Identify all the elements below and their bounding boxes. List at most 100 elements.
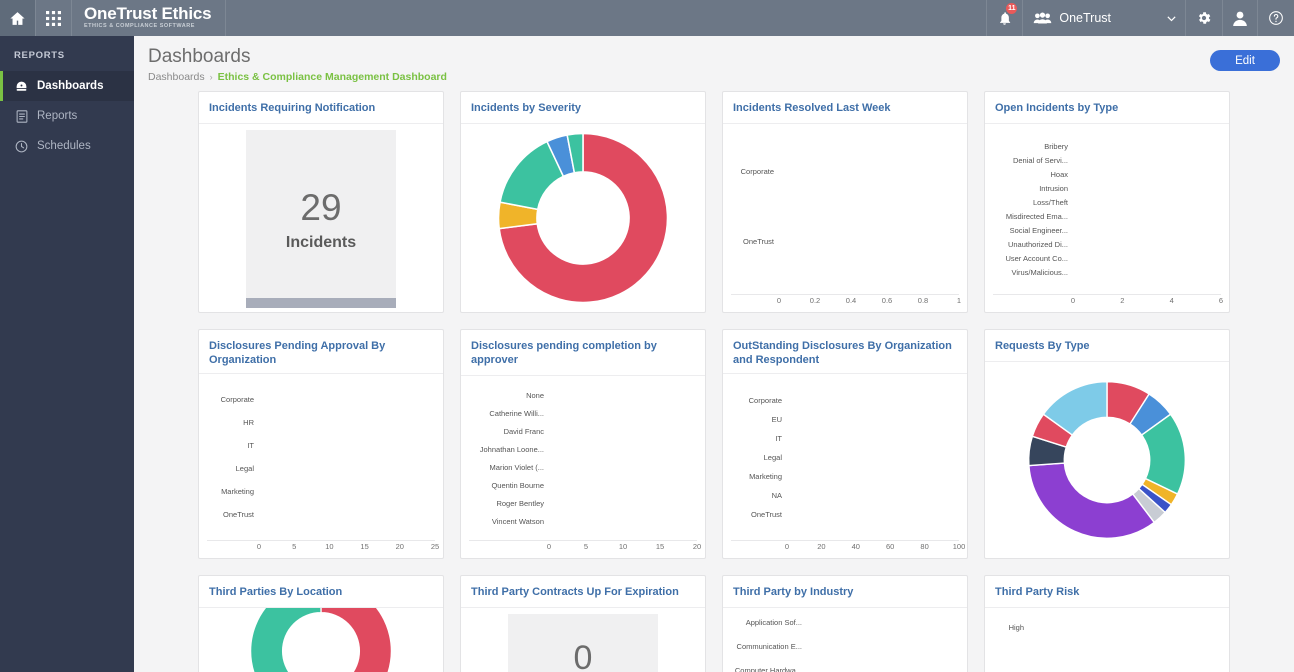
bar-row[interactable]: Intrusion: [993, 184, 1221, 193]
bar-row[interactable]: Application Sof...: [731, 615, 959, 629]
dashboard-card[interactable]: Requests By Type: [984, 329, 1230, 559]
axis-label-gutter: [993, 295, 1073, 306]
sidebar-item-dashboards[interactable]: Dashboards: [0, 71, 134, 101]
donut-slice[interactable]: [251, 608, 321, 672]
bar-row[interactable]: Roger Bentley: [469, 497, 697, 510]
bar-row[interactable]: Virus/Malicious...: [993, 268, 1221, 277]
edit-button[interactable]: Edit: [1210, 50, 1280, 71]
dashboard-icon: [15, 80, 28, 93]
bar-row[interactable]: [993, 651, 1221, 671]
kpi-tile[interactable]: 29Incidents: [246, 130, 396, 308]
bar-row[interactable]: Corporate: [731, 394, 959, 407]
bar-category-label: Roger Bentley: [469, 499, 549, 508]
bar-row[interactable]: None: [469, 389, 697, 402]
bar-row[interactable]: Computer Hardwa...: [731, 663, 959, 672]
bar-row[interactable]: User Account Co...: [993, 254, 1221, 263]
bar-row[interactable]: EU: [731, 413, 959, 426]
dashboard-card[interactable]: Incidents Resolved Last WeekCorporateOne…: [722, 91, 968, 313]
bar-row[interactable]: Misdirected Ema...: [993, 212, 1221, 221]
bar-row[interactable]: OneTrust: [731, 508, 959, 521]
bar-row[interactable]: Communication E...: [731, 639, 959, 653]
bar-category-label: Marion Violet (...: [469, 463, 549, 472]
bar-row[interactable]: Corporate: [731, 142, 959, 200]
kpi-unit-label: Incidents: [286, 234, 356, 252]
bar-row[interactable]: Corporate: [207, 391, 435, 407]
bar-row[interactable]: OneTrust: [731, 212, 959, 270]
card-body: None Catherine Willi... David Franc Johnath…: [461, 376, 705, 558]
chevron-down-icon[interactable]: [1166, 13, 1177, 24]
horizontal-bar-chart: None Catherine Willi... David Franc Johnath…: [469, 382, 697, 552]
bar-row[interactable]: David Franc: [469, 425, 697, 438]
bar-row[interactable]: High: [993, 617, 1221, 637]
dashboard-card[interactable]: Disclosures Pending Approval By Organiza…: [198, 329, 444, 559]
donut-chart: [993, 368, 1221, 552]
dashboard-card[interactable]: Third Party by IndustryApplication Sof..…: [722, 575, 968, 672]
axis-tick-label: 25: [431, 542, 439, 551]
dashboard-card[interactable]: Third Parties By Location: [198, 575, 444, 672]
axis-tick-label: 100: [953, 542, 966, 551]
bar-row[interactable]: Marion Violet (...: [469, 461, 697, 474]
bar-row[interactable]: Legal: [731, 451, 959, 464]
horizontal-bar-chart: CorporateOneTrust00.20.40.60.81: [731, 130, 959, 306]
axis-tick-label: 40: [852, 542, 860, 551]
bar-rows: Corporate OneTrust: [731, 130, 959, 294]
bar-category-label: IT: [207, 441, 259, 450]
bar-row[interactable]: Catherine Willi...: [469, 407, 697, 420]
topbar-right-group: 11 OneTrust: [986, 0, 1294, 36]
bar-row[interactable]: Hoax: [993, 170, 1221, 179]
people-group-icon: [1033, 11, 1052, 25]
home-icon[interactable]: [0, 0, 36, 36]
bar-row[interactable]: Loss/Theft: [993, 198, 1221, 207]
bar-row[interactable]: Marketing: [731, 470, 959, 483]
profile-button[interactable]: [1222, 0, 1257, 36]
dashboard-card[interactable]: Incidents Requiring Notification29Incide…: [198, 91, 444, 313]
donut-slice[interactable]: [1029, 463, 1154, 538]
bar-row[interactable]: NA: [731, 489, 959, 502]
settings-button[interactable]: [1185, 0, 1222, 36]
dashboard-card[interactable]: Open Incidents by TypeBriberyDenial of S…: [984, 91, 1230, 313]
x-axis: 05101520: [469, 540, 697, 552]
bar-category-label: Unauthorized Di...: [993, 240, 1073, 249]
sidebar-item-reports[interactable]: Reports: [0, 101, 134, 131]
bar-row[interactable]: Johnathan Loone...: [469, 443, 697, 456]
bar-rows: High: [993, 614, 1221, 672]
dashboard-card[interactable]: OutStanding Disclosures By Organization …: [722, 329, 968, 559]
top-navigation-bar: OneTrust Ethics ETHICS & COMPLIANCE SOFT…: [0, 0, 1294, 36]
dashboard-card[interactable]: Third Party Contracts Up For Expiration0: [460, 575, 706, 672]
bar-category-label: Corporate: [731, 396, 787, 405]
card-body: High: [985, 608, 1229, 672]
dashboard-card[interactable]: Third Party RiskHigh: [984, 575, 1230, 672]
bar-row[interactable]: Denial of Servi...: [993, 156, 1221, 165]
bar-row[interactable]: Bribery: [993, 142, 1221, 151]
bar-category-label: Computer Hardwa...: [731, 666, 807, 672]
bar-row[interactable]: IT: [731, 432, 959, 445]
dashboard-card[interactable]: Incidents by Severity: [460, 91, 706, 313]
bar-row[interactable]: Marketing: [207, 483, 435, 499]
x-axis: 020406080100: [731, 540, 959, 552]
horizontal-bar-chart: CorporateHRITLegalMarketingOneTrust05101…: [207, 380, 435, 552]
bar-row[interactable]: Legal: [207, 460, 435, 476]
bar-category-label: HR: [207, 418, 259, 427]
bar-row[interactable]: HR: [207, 414, 435, 430]
donut-slice[interactable]: [321, 608, 391, 672]
axis-label-gutter: [731, 295, 779, 306]
notifications-button[interactable]: 11: [986, 0, 1022, 36]
breadcrumb-root[interactable]: Dashboards: [148, 71, 205, 83]
user-menu-button[interactable]: OneTrust: [1022, 0, 1185, 36]
grid-apps-icon[interactable]: [36, 0, 72, 36]
bar-row[interactable]: Quentin Bourne: [469, 479, 697, 492]
sidebar-item-schedules[interactable]: Schedules: [0, 131, 134, 161]
bar-row[interactable]: OneTrust: [207, 506, 435, 522]
brand-logo[interactable]: OneTrust Ethics ETHICS & COMPLIANCE SOFT…: [72, 0, 226, 36]
incidents-by-severity-donut: [487, 124, 679, 312]
dashboard-card[interactable]: Disclosures pending completion by approv…: [460, 329, 706, 559]
page-header: Dashboards Dashboards › Ethics & Complia…: [134, 36, 1294, 91]
bar-row[interactable]: Social Engineer...: [993, 226, 1221, 235]
axis-tick-label: 15: [656, 542, 664, 551]
bar-row[interactable]: Vincent Watson: [469, 515, 697, 528]
bar-row[interactable]: IT: [207, 437, 435, 453]
card-body: 0: [461, 608, 705, 672]
bar-row[interactable]: Unauthorized Di...: [993, 240, 1221, 249]
help-button[interactable]: [1257, 0, 1294, 36]
kpi-tile[interactable]: 0: [508, 614, 658, 672]
